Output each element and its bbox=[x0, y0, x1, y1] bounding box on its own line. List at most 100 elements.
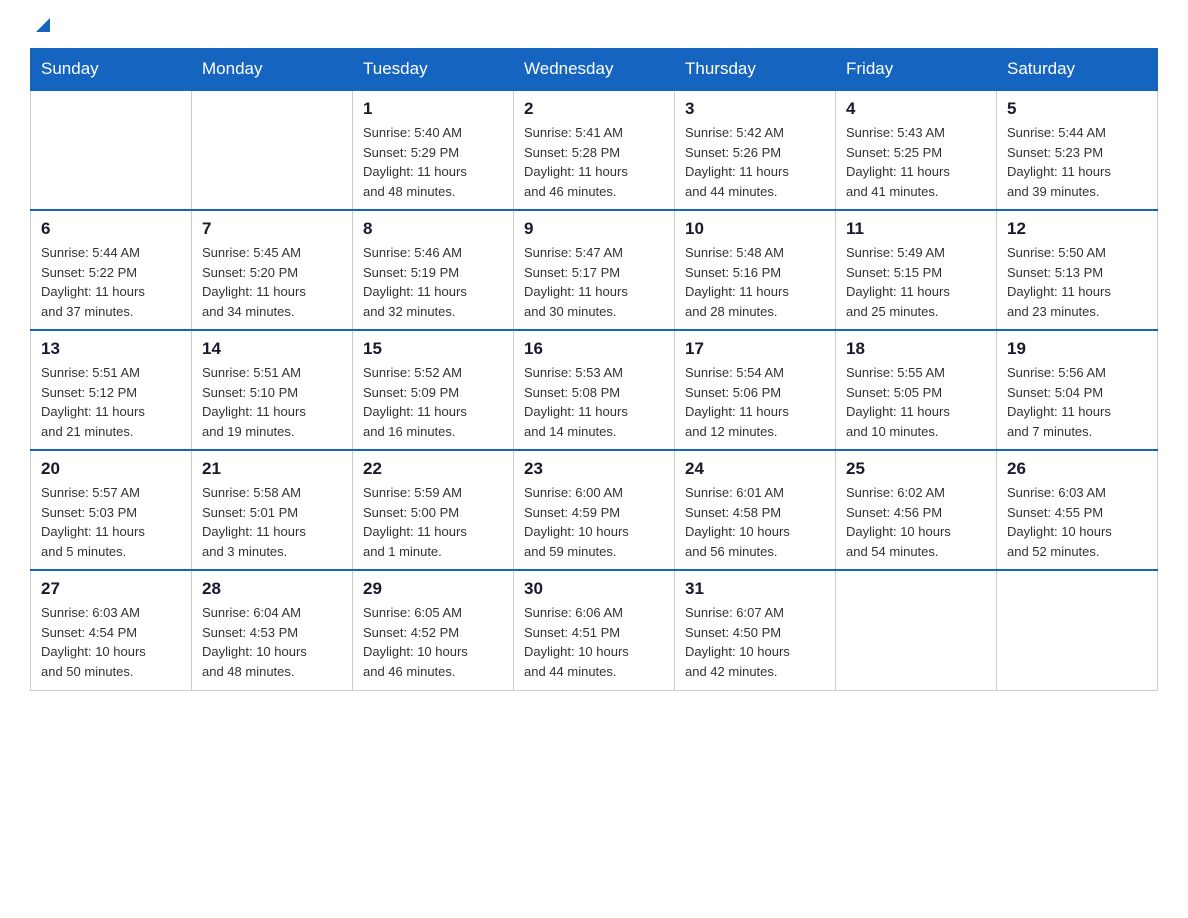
calendar-cell: 15 Sunrise: 5:52 AM Sunset: 5:09 PM Dayli… bbox=[353, 330, 514, 450]
day-number: 25 bbox=[846, 459, 986, 479]
day-number: 30 bbox=[524, 579, 664, 599]
day-info: Sunrise: 6:04 AM Sunset: 4:53 PM Dayligh… bbox=[202, 603, 342, 681]
calendar-table: SundayMondayTuesdayWednesdayThursdayFrid… bbox=[30, 48, 1158, 691]
day-info: Sunrise: 5:57 AM Sunset: 5:03 PM Dayligh… bbox=[41, 483, 181, 561]
calendar-cell: 26 Sunrise: 6:03 AM Sunset: 4:55 PM Dayli… bbox=[997, 450, 1158, 570]
day-number: 24 bbox=[685, 459, 825, 479]
day-number: 27 bbox=[41, 579, 181, 599]
day-number: 13 bbox=[41, 339, 181, 359]
calendar-cell: 27Sunrise: 6:03 AM Sunset: 4:54 PM Dayli… bbox=[31, 570, 192, 690]
day-info: Sunrise: 6:00 AM Sunset: 4:59 PM Dayligh… bbox=[524, 483, 664, 561]
header-tuesday: Tuesday bbox=[353, 49, 514, 91]
calendar-cell: 22 Sunrise: 5:59 AM Sunset: 5:00 PM Dayli… bbox=[353, 450, 514, 570]
day-info: Sunrise: 5:55 AM Sunset: 5:05 PM Dayligh… bbox=[846, 363, 986, 441]
day-number: 12 bbox=[1007, 219, 1147, 239]
calendar-week-row: 20 Sunrise: 5:57 AM Sunset: 5:03 PM Dayli… bbox=[31, 450, 1158, 570]
day-info: Sunrise: 5:44 AM Sunset: 5:23 PM Dayligh… bbox=[1007, 123, 1147, 201]
day-number: 22 bbox=[363, 459, 503, 479]
day-info: Sunrise: 5:54 AM Sunset: 5:06 PM Dayligh… bbox=[685, 363, 825, 441]
calendar-cell: 1Sunrise: 5:40 AM Sunset: 5:29 PM Daylig… bbox=[353, 90, 514, 210]
day-info: Sunrise: 5:45 AM Sunset: 5:20 PM Dayligh… bbox=[202, 243, 342, 321]
day-number: 31 bbox=[685, 579, 825, 599]
day-number: 26 bbox=[1007, 459, 1147, 479]
day-number: 6 bbox=[41, 219, 181, 239]
day-info: Sunrise: 5:46 AM Sunset: 5:19 PM Dayligh… bbox=[363, 243, 503, 321]
header-wednesday: Wednesday bbox=[514, 49, 675, 91]
calendar-cell: 8 Sunrise: 5:46 AM Sunset: 5:19 PM Daylig… bbox=[353, 210, 514, 330]
calendar-cell: 9Sunrise: 5:47 AM Sunset: 5:17 PM Daylig… bbox=[514, 210, 675, 330]
day-number: 16 bbox=[524, 339, 664, 359]
day-info: Sunrise: 5:51 AM Sunset: 5:12 PM Dayligh… bbox=[41, 363, 181, 441]
logo bbox=[30, 20, 54, 30]
header-monday: Monday bbox=[192, 49, 353, 91]
calendar-cell: 20 Sunrise: 5:57 AM Sunset: 5:03 PM Dayli… bbox=[31, 450, 192, 570]
calendar-cell: 25 Sunrise: 6:02 AM Sunset: 4:56 PM Dayli… bbox=[836, 450, 997, 570]
calendar-cell: 5 Sunrise: 5:44 AM Sunset: 5:23 PM Daylig… bbox=[997, 90, 1158, 210]
day-info: Sunrise: 5:51 AM Sunset: 5:10 PM Dayligh… bbox=[202, 363, 342, 441]
day-info: Sunrise: 5:49 AM Sunset: 5:15 PM Dayligh… bbox=[846, 243, 986, 321]
day-number: 2 bbox=[524, 99, 664, 119]
day-number: 21 bbox=[202, 459, 342, 479]
day-number: 9 bbox=[524, 219, 664, 239]
day-number: 4 bbox=[846, 99, 986, 119]
day-info: Sunrise: 5:44 AM Sunset: 5:22 PM Dayligh… bbox=[41, 243, 181, 321]
day-info: Sunrise: 6:06 AM Sunset: 4:51 PM Dayligh… bbox=[524, 603, 664, 681]
day-info: Sunrise: 5:48 AM Sunset: 5:16 PM Dayligh… bbox=[685, 243, 825, 321]
day-number: 28 bbox=[202, 579, 342, 599]
day-info: Sunrise: 5:43 AM Sunset: 5:25 PM Dayligh… bbox=[846, 123, 986, 201]
calendar-cell: 17 Sunrise: 5:54 AM Sunset: 5:06 PM Dayli… bbox=[675, 330, 836, 450]
calendar-cell bbox=[192, 90, 353, 210]
calendar-week-row: 1Sunrise: 5:40 AM Sunset: 5:29 PM Daylig… bbox=[31, 90, 1158, 210]
calendar-cell: 16 Sunrise: 5:53 AM Sunset: 5:08 PM Dayli… bbox=[514, 330, 675, 450]
day-info: Sunrise: 5:53 AM Sunset: 5:08 PM Dayligh… bbox=[524, 363, 664, 441]
day-info: Sunrise: 5:58 AM Sunset: 5:01 PM Dayligh… bbox=[202, 483, 342, 561]
calendar-cell: 21 Sunrise: 5:58 AM Sunset: 5:01 PM Dayli… bbox=[192, 450, 353, 570]
day-number: 19 bbox=[1007, 339, 1147, 359]
calendar-cell: 2 Sunrise: 5:41 AM Sunset: 5:28 PM Daylig… bbox=[514, 90, 675, 210]
day-info: Sunrise: 5:41 AM Sunset: 5:28 PM Dayligh… bbox=[524, 123, 664, 201]
day-number: 18 bbox=[846, 339, 986, 359]
header-saturday: Saturday bbox=[997, 49, 1158, 91]
calendar-cell: 24 Sunrise: 6:01 AM Sunset: 4:58 PM Dayli… bbox=[675, 450, 836, 570]
calendar-cell: 18 Sunrise: 5:55 AM Sunset: 5:05 PM Dayli… bbox=[836, 330, 997, 450]
calendar-cell bbox=[31, 90, 192, 210]
day-info: Sunrise: 6:07 AM Sunset: 4:50 PM Dayligh… bbox=[685, 603, 825, 681]
header-sunday: Sunday bbox=[31, 49, 192, 91]
calendar-cell: 4 Sunrise: 5:43 AM Sunset: 5:25 PM Daylig… bbox=[836, 90, 997, 210]
day-info: Sunrise: 5:56 AM Sunset: 5:04 PM Dayligh… bbox=[1007, 363, 1147, 441]
calendar-cell: 10 Sunrise: 5:48 AM Sunset: 5:16 PM Dayli… bbox=[675, 210, 836, 330]
calendar-cell: 31 Sunrise: 6:07 AM Sunset: 4:50 PM Dayli… bbox=[675, 570, 836, 690]
calendar-cell bbox=[836, 570, 997, 690]
day-info: Sunrise: 5:59 AM Sunset: 5:00 PM Dayligh… bbox=[363, 483, 503, 561]
day-number: 17 bbox=[685, 339, 825, 359]
calendar-cell: 14 Sunrise: 5:51 AM Sunset: 5:10 PM Dayli… bbox=[192, 330, 353, 450]
day-number: 15 bbox=[363, 339, 503, 359]
day-info: Sunrise: 6:05 AM Sunset: 4:52 PM Dayligh… bbox=[363, 603, 503, 681]
day-info: Sunrise: 5:52 AM Sunset: 5:09 PM Dayligh… bbox=[363, 363, 503, 441]
calendar-cell: 23Sunrise: 6:00 AM Sunset: 4:59 PM Dayli… bbox=[514, 450, 675, 570]
day-number: 20 bbox=[41, 459, 181, 479]
calendar-cell: 3Sunrise: 5:42 AM Sunset: 5:26 PM Daylig… bbox=[675, 90, 836, 210]
calendar-cell: 7Sunrise: 5:45 AM Sunset: 5:20 PM Daylig… bbox=[192, 210, 353, 330]
day-info: Sunrise: 6:02 AM Sunset: 4:56 PM Dayligh… bbox=[846, 483, 986, 561]
header-thursday: Thursday bbox=[675, 49, 836, 91]
day-number: 14 bbox=[202, 339, 342, 359]
calendar-week-row: 13 Sunrise: 5:51 AM Sunset: 5:12 PM Dayli… bbox=[31, 330, 1158, 450]
day-number: 10 bbox=[685, 219, 825, 239]
day-number: 11 bbox=[846, 219, 986, 239]
day-number: 8 bbox=[363, 219, 503, 239]
calendar-cell: 6 Sunrise: 5:44 AM Sunset: 5:22 PM Daylig… bbox=[31, 210, 192, 330]
day-info: Sunrise: 6:03 AM Sunset: 4:55 PM Dayligh… bbox=[1007, 483, 1147, 561]
calendar-cell: 12 Sunrise: 5:50 AM Sunset: 5:13 PM Dayli… bbox=[997, 210, 1158, 330]
calendar-cell: 11 Sunrise: 5:49 AM Sunset: 5:15 PM Dayli… bbox=[836, 210, 997, 330]
day-number: 29 bbox=[363, 579, 503, 599]
day-number: 3 bbox=[685, 99, 825, 119]
day-info: Sunrise: 6:01 AM Sunset: 4:58 PM Dayligh… bbox=[685, 483, 825, 561]
calendar-cell: 29 Sunrise: 6:05 AM Sunset: 4:52 PM Dayli… bbox=[353, 570, 514, 690]
calendar-cell: 30 Sunrise: 6:06 AM Sunset: 4:51 PM Dayli… bbox=[514, 570, 675, 690]
day-info: Sunrise: 5:50 AM Sunset: 5:13 PM Dayligh… bbox=[1007, 243, 1147, 321]
calendar-header-row: SundayMondayTuesdayWednesdayThursdayFrid… bbox=[31, 49, 1158, 91]
calendar-cell bbox=[997, 570, 1158, 690]
day-number: 5 bbox=[1007, 99, 1147, 119]
day-number: 1 bbox=[363, 99, 503, 119]
